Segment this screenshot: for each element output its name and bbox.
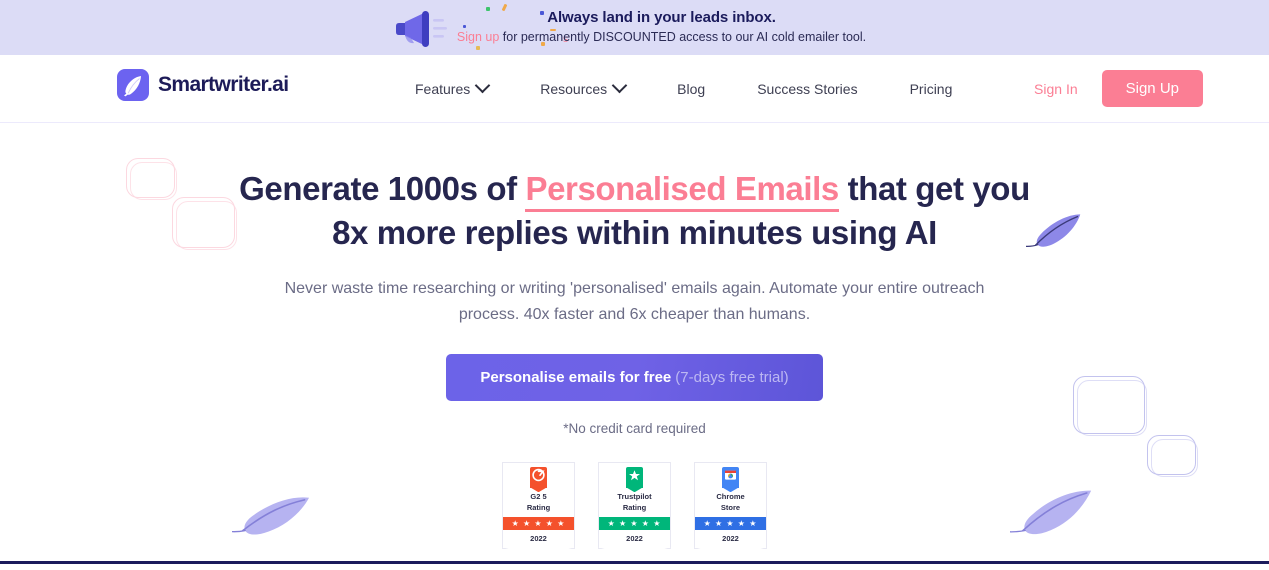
badge-year: 2022 xyxy=(626,534,643,544)
banner-sub-rest: for permanently DISCOUNTED access to our… xyxy=(499,30,867,45)
hero-subheading: Never waste time researching or writing … xyxy=(284,280,985,323)
badge-title: G2 5 Rating xyxy=(513,492,564,514)
badge-year: 2022 xyxy=(722,534,739,544)
chevron-down-icon xyxy=(474,77,491,94)
cta-label: Personalise emails for free xyxy=(480,369,672,387)
rating-badge-trustpilot[interactable]: Trustpilot Rating ★ ★ ★ ★ ★ 2022 xyxy=(598,462,671,550)
hero-content: Generate 1000s of Personalised Emails th… xyxy=(0,123,1269,550)
rating-badges: G2 5 Rating ★ ★ ★ ★ ★ 2022 Trustpilot Ra xyxy=(0,462,1269,550)
nav-item-pricing[interactable]: Pricing xyxy=(910,75,953,103)
badge-title: Chrome Store xyxy=(705,492,756,514)
nav-item-resources[interactable]: Resources xyxy=(540,75,628,103)
nav-item-success-stories[interactable]: Success Stories xyxy=(757,75,857,103)
nav-item-features[interactable]: Features xyxy=(415,75,491,103)
announcement-banner: s Always land in your leads inbox. Sign … xyxy=(0,0,1269,55)
chevron-down-icon xyxy=(611,77,628,94)
no-credit-card-note: *No credit card required xyxy=(563,421,706,437)
nav-item-label: Resources xyxy=(540,80,608,97)
logo-feather-icon xyxy=(117,69,149,101)
banner-signup-link[interactable]: Sign up xyxy=(457,30,499,44)
badge-stars: ★ ★ ★ ★ ★ xyxy=(503,517,574,531)
nav-links: Features Resources Blog Success Stories … xyxy=(415,55,952,122)
nav-item-blog[interactable]: Blog xyxy=(677,75,705,103)
nav-item-label: Pricing xyxy=(909,80,953,97)
banner-title: Always land in your leads inbox. xyxy=(547,9,776,27)
personalise-emails-cta-button[interactable]: Personalise emails for free (7-days free … xyxy=(446,354,823,402)
headline-part-1: Generate 1000s of xyxy=(239,170,526,207)
sign-up-button[interactable]: Sign Up xyxy=(1101,70,1203,107)
rating-badge-chrome-store[interactable]: Chrome Store ★ ★ ★ ★ ★ 2022 xyxy=(694,462,767,550)
nav-item-label: Success Stories xyxy=(757,80,858,97)
banner-subtitle: Sign up for permanently DISCOUNTED acces… xyxy=(457,30,866,46)
badge-title-line2: Store xyxy=(720,503,741,513)
badge-stars: ★ ★ ★ ★ ★ xyxy=(695,517,766,531)
banner-text: Always land in your leads inbox. Sign up… xyxy=(457,9,866,45)
navbar: Smartwriter.ai Features Resources Blog S… xyxy=(0,55,1269,123)
badge-title-line1: Trustpilot xyxy=(617,492,652,502)
badge-title-line2: Rating xyxy=(526,503,551,513)
megaphone-icon xyxy=(391,5,453,51)
landing-page: s Always land in your leads inbox. Sign … xyxy=(0,0,1269,570)
logo[interactable]: Smartwriter.ai xyxy=(117,69,289,101)
page-title: Generate 1000s of Personalised Emails th… xyxy=(235,167,1035,254)
hero-section: Generate 1000s of Personalised Emails th… xyxy=(0,123,1269,570)
badge-title: Trustpilot Rating xyxy=(609,492,660,514)
chrome-store-logo-icon xyxy=(722,467,739,489)
badge-stars: ★ ★ ★ ★ ★ xyxy=(599,517,670,531)
g2-logo-icon xyxy=(530,467,547,489)
rating-badge-g2[interactable]: G2 5 Rating ★ ★ ★ ★ ★ 2022 xyxy=(502,462,575,550)
trustpilot-logo-icon xyxy=(626,467,643,489)
logo-text: Smartwriter.ai xyxy=(158,73,289,96)
sign-in-link[interactable]: Sign In xyxy=(1034,81,1078,97)
badge-title-line1: Chrome xyxy=(716,492,745,502)
badge-year: 2022 xyxy=(530,534,547,544)
cta-sublabel: (7-days free trial) xyxy=(675,369,789,387)
headline-highlight: Personalised Emails xyxy=(525,170,839,212)
badge-title-line1: G2 5 xyxy=(530,492,547,502)
badge-title-line2: Rating xyxy=(622,503,647,513)
nav-item-label: Blog xyxy=(677,80,706,97)
bottom-divider xyxy=(0,561,1269,570)
nav-item-label: Features xyxy=(415,80,471,97)
nav-actions: Sign In Sign Up xyxy=(1034,55,1203,122)
